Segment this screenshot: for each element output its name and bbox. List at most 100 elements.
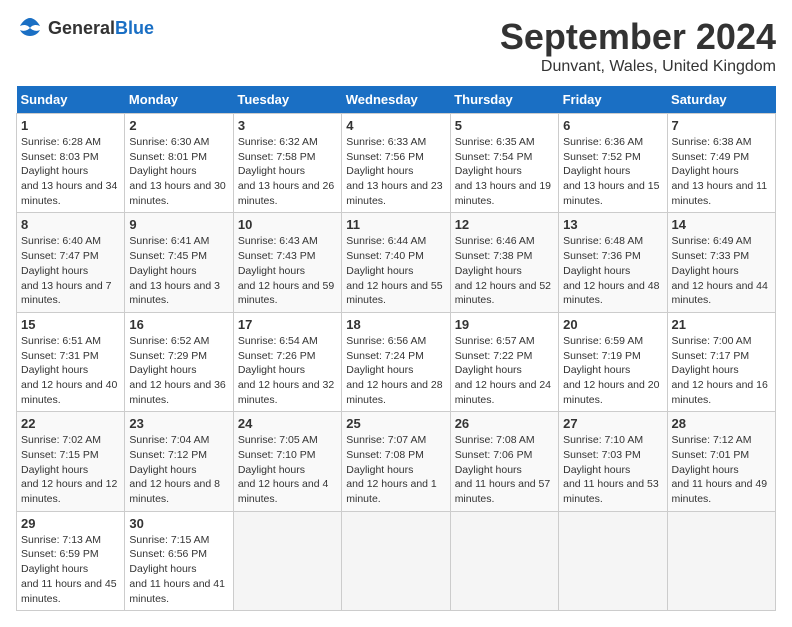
sunset-label: Sunset: 7:24 PM (346, 350, 424, 362)
daylight-duration: and 12 hours and 32 minutes. (238, 379, 334, 406)
sunset-label: Sunset: 7:03 PM (563, 449, 641, 461)
sunset-label: Sunset: 7:45 PM (129, 250, 207, 262)
daylight-duration: and 13 hours and 26 minutes. (238, 180, 334, 207)
weekday-header-tuesday: Tuesday (233, 86, 341, 114)
daylight-duration: and 11 hours and 41 minutes. (129, 578, 225, 605)
day-number: 26 (455, 416, 554, 431)
sunrise-label: Sunrise: 6:30 AM (129, 136, 209, 148)
day-info: Sunrise: 7:05 AM Sunset: 7:10 PM Dayligh… (238, 433, 337, 506)
logo-text: GeneralBlue (48, 18, 154, 39)
weekday-header-saturday: Saturday (667, 86, 775, 114)
day-number: 24 (238, 416, 337, 431)
daylight-label: Daylight hours (21, 364, 88, 376)
daylight-label: Daylight hours (672, 265, 739, 277)
daylight-duration: and 12 hours and 52 minutes. (455, 280, 551, 307)
day-number: 15 (21, 317, 120, 332)
sunset-label: Sunset: 7:58 PM (238, 151, 316, 163)
calendar-cell: 8 Sunrise: 6:40 AM Sunset: 7:47 PM Dayli… (17, 213, 125, 312)
day-info: Sunrise: 7:00 AM Sunset: 7:17 PM Dayligh… (672, 334, 771, 407)
daylight-label: Daylight hours (563, 464, 630, 476)
daylight-duration: and 13 hours and 34 minutes. (21, 180, 117, 207)
daylight-label: Daylight hours (672, 165, 739, 177)
calendar-cell: 25 Sunrise: 7:07 AM Sunset: 7:08 PM Dayl… (342, 412, 450, 511)
sunrise-label: Sunrise: 6:54 AM (238, 335, 318, 347)
day-info: Sunrise: 6:41 AM Sunset: 7:45 PM Dayligh… (129, 234, 228, 307)
day-number: 27 (563, 416, 662, 431)
sunrise-label: Sunrise: 7:00 AM (672, 335, 752, 347)
day-info: Sunrise: 7:15 AM Sunset: 6:56 PM Dayligh… (129, 533, 228, 606)
daylight-duration: and 12 hours and 59 minutes. (238, 280, 334, 307)
sunrise-label: Sunrise: 6:57 AM (455, 335, 535, 347)
sunset-label: Sunset: 7:19 PM (563, 350, 641, 362)
day-number: 25 (346, 416, 445, 431)
month-title: September 2024 (500, 16, 776, 58)
day-info: Sunrise: 6:43 AM Sunset: 7:43 PM Dayligh… (238, 234, 337, 307)
calendar-cell: 13 Sunrise: 6:48 AM Sunset: 7:36 PM Dayl… (559, 213, 667, 312)
daylight-label: Daylight hours (672, 364, 739, 376)
daylight-label: Daylight hours (346, 364, 413, 376)
sunrise-label: Sunrise: 6:48 AM (563, 235, 643, 247)
calendar-cell: 2 Sunrise: 6:30 AM Sunset: 8:01 PM Dayli… (125, 114, 233, 213)
calendar-cell: 1 Sunrise: 6:28 AM Sunset: 8:03 PM Dayli… (17, 114, 125, 213)
day-info: Sunrise: 6:35 AM Sunset: 7:54 PM Dayligh… (455, 135, 554, 208)
day-info: Sunrise: 7:04 AM Sunset: 7:12 PM Dayligh… (129, 433, 228, 506)
sunset-label: Sunset: 7:47 PM (21, 250, 99, 262)
day-number: 7 (672, 118, 771, 133)
daylight-duration: and 13 hours and 11 minutes. (672, 180, 768, 207)
sunset-label: Sunset: 7:01 PM (672, 449, 750, 461)
sunrise-label: Sunrise: 6:38 AM (672, 136, 752, 148)
sunrise-label: Sunrise: 6:56 AM (346, 335, 426, 347)
daylight-label: Daylight hours (129, 165, 196, 177)
daylight-duration: and 13 hours and 30 minutes. (129, 180, 225, 207)
daylight-duration: and 12 hours and 36 minutes. (129, 379, 225, 406)
daylight-label: Daylight hours (346, 464, 413, 476)
day-info: Sunrise: 6:33 AM Sunset: 7:56 PM Dayligh… (346, 135, 445, 208)
calendar-cell: 20 Sunrise: 6:59 AM Sunset: 7:19 PM Dayl… (559, 312, 667, 411)
day-info: Sunrise: 7:07 AM Sunset: 7:08 PM Dayligh… (346, 433, 445, 506)
calendar-cell: 27 Sunrise: 7:10 AM Sunset: 7:03 PM Dayl… (559, 412, 667, 511)
day-number: 14 (672, 217, 771, 232)
calendar-cell: 16 Sunrise: 6:52 AM Sunset: 7:29 PM Dayl… (125, 312, 233, 411)
daylight-duration: and 13 hours and 3 minutes. (129, 280, 220, 307)
daylight-label: Daylight hours (238, 165, 305, 177)
calendar-week-row: 15 Sunrise: 6:51 AM Sunset: 7:31 PM Dayl… (17, 312, 776, 411)
daylight-duration: and 11 hours and 49 minutes. (672, 478, 768, 505)
sunrise-label: Sunrise: 6:44 AM (346, 235, 426, 247)
sunset-label: Sunset: 7:52 PM (563, 151, 641, 163)
sunrise-label: Sunrise: 7:13 AM (21, 534, 101, 546)
sunset-label: Sunset: 6:59 PM (21, 548, 99, 560)
daylight-label: Daylight hours (129, 265, 196, 277)
day-number: 16 (129, 317, 228, 332)
sunset-label: Sunset: 7:56 PM (346, 151, 424, 163)
day-number: 23 (129, 416, 228, 431)
daylight-label: Daylight hours (21, 464, 88, 476)
sunset-label: Sunset: 7:29 PM (129, 350, 207, 362)
sunrise-label: Sunrise: 6:49 AM (672, 235, 752, 247)
calendar-cell: 18 Sunrise: 6:56 AM Sunset: 7:24 PM Dayl… (342, 312, 450, 411)
day-number: 8 (21, 217, 120, 232)
sunset-label: Sunset: 7:06 PM (455, 449, 533, 461)
sunrise-label: Sunrise: 6:59 AM (563, 335, 643, 347)
calendar-cell: 10 Sunrise: 6:43 AM Sunset: 7:43 PM Dayl… (233, 213, 341, 312)
day-info: Sunrise: 6:38 AM Sunset: 7:49 PM Dayligh… (672, 135, 771, 208)
sunset-label: Sunset: 7:49 PM (672, 151, 750, 163)
sunrise-label: Sunrise: 6:33 AM (346, 136, 426, 148)
sunset-label: Sunset: 8:03 PM (21, 151, 99, 163)
day-number: 5 (455, 118, 554, 133)
sunrise-label: Sunrise: 6:32 AM (238, 136, 318, 148)
day-number: 3 (238, 118, 337, 133)
calendar-cell: 28 Sunrise: 7:12 AM Sunset: 7:01 PM Dayl… (667, 412, 775, 511)
sunrise-label: Sunrise: 7:05 AM (238, 434, 318, 446)
sunset-label: Sunset: 7:43 PM (238, 250, 316, 262)
calendar-cell: 23 Sunrise: 7:04 AM Sunset: 7:12 PM Dayl… (125, 412, 233, 511)
daylight-label: Daylight hours (238, 265, 305, 277)
day-number: 30 (129, 516, 228, 531)
day-number: 21 (672, 317, 771, 332)
day-number: 17 (238, 317, 337, 332)
sunrise-label: Sunrise: 6:52 AM (129, 335, 209, 347)
sunrise-label: Sunrise: 7:08 AM (455, 434, 535, 446)
calendar-cell: 14 Sunrise: 6:49 AM Sunset: 7:33 PM Dayl… (667, 213, 775, 312)
day-info: Sunrise: 6:44 AM Sunset: 7:40 PM Dayligh… (346, 234, 445, 307)
sunrise-label: Sunrise: 7:04 AM (129, 434, 209, 446)
sunset-label: Sunset: 6:56 PM (129, 548, 207, 560)
